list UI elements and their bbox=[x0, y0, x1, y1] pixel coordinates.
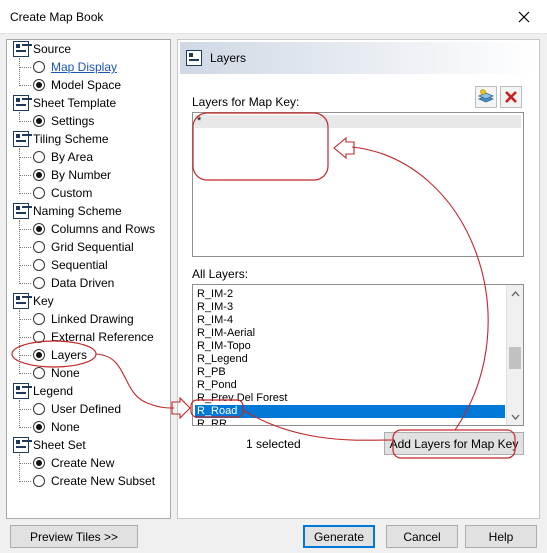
tree-item-columns-and-rows[interactable]: Columns and Rows bbox=[33, 220, 155, 238]
help-button[interactable]: Help bbox=[465, 525, 537, 548]
tree-group-naming-scheme[interactable]: Naming Scheme bbox=[13, 202, 122, 220]
tree-item-sequential[interactable]: Sequential bbox=[33, 256, 108, 274]
panel-header: Layers bbox=[180, 42, 537, 74]
delete-layer-button[interactable] bbox=[500, 86, 522, 108]
tree-group-sheet-template[interactable]: Sheet Template bbox=[13, 94, 116, 112]
layer-item[interactable]: R_IM-Topo bbox=[197, 340, 251, 353]
window-title: Create Map Book bbox=[10, 10, 104, 24]
all-layers-list[interactable]: R_IM-2 R_IM-3 R_IM-4 R_IM-Aerial R_IM-To… bbox=[192, 284, 524, 426]
tree-item-grid-sequential[interactable]: Grid Sequential bbox=[33, 238, 134, 256]
tree-item-create-new-subset[interactable]: Create New Subset bbox=[33, 472, 155, 490]
tree-item-by-number[interactable]: By Number bbox=[33, 166, 111, 184]
add-layer-button[interactable] bbox=[475, 86, 497, 108]
all-layers-label: All Layers: bbox=[192, 267, 249, 281]
tree-item-create-new[interactable]: Create New bbox=[33, 454, 114, 472]
radio-grid-sequential[interactable] bbox=[33, 241, 45, 253]
tree-item-key-none[interactable]: None bbox=[33, 364, 80, 382]
map-key-label: Layers for Map Key: bbox=[192, 95, 300, 109]
tree-item-by-area[interactable]: By Area bbox=[33, 148, 93, 166]
radio-key-none[interactable] bbox=[33, 367, 45, 379]
radio-create-new-subset[interactable] bbox=[33, 475, 45, 487]
tree-item-settings[interactable]: Settings bbox=[33, 112, 94, 130]
scroll-up-button[interactable] bbox=[507, 285, 523, 302]
layers-icon bbox=[186, 50, 202, 66]
tree-item-user-defined[interactable]: User Defined bbox=[33, 400, 121, 418]
radio-by-area[interactable] bbox=[33, 151, 45, 163]
map-key-item[interactable]: * bbox=[195, 115, 521, 128]
radio-data-driven[interactable] bbox=[33, 277, 45, 289]
radio-sequential[interactable] bbox=[33, 259, 45, 271]
tree-group-key[interactable]: Key bbox=[13, 292, 54, 310]
tree-item-custom[interactable]: Custom bbox=[33, 184, 92, 202]
add-layers-for-map-key-button[interactable]: Add Layers for Map Key bbox=[384, 432, 524, 455]
tree-group-legend[interactable]: Legend bbox=[13, 382, 73, 400]
chevron-down-icon bbox=[511, 414, 519, 420]
chevron-up-icon bbox=[511, 290, 519, 296]
scroll-thumb[interactable] bbox=[509, 347, 521, 369]
title-bar: Create Map Book bbox=[0, 0, 547, 34]
radio-layers[interactable] bbox=[33, 349, 45, 361]
group-settings-icon bbox=[13, 437, 29, 453]
radio-user-defined[interactable] bbox=[33, 403, 45, 415]
radio-settings[interactable] bbox=[33, 115, 45, 127]
close-button[interactable] bbox=[501, 0, 547, 33]
close-icon bbox=[518, 11, 530, 22]
layer-item[interactable]: R_Pond bbox=[197, 379, 237, 392]
group-settings-icon bbox=[13, 95, 29, 111]
group-settings-icon bbox=[13, 131, 29, 147]
layer-item[interactable]: R_RR bbox=[197, 418, 227, 425]
radio-create-new[interactable] bbox=[33, 457, 45, 469]
group-settings-icon bbox=[13, 41, 29, 57]
tree-item-model-space[interactable]: Model Space bbox=[33, 76, 121, 94]
layer-item[interactable]: R_IM-4 bbox=[197, 314, 233, 327]
panel-title: Layers bbox=[210, 51, 247, 65]
scroll-down-button[interactable] bbox=[507, 408, 523, 425]
tree-item-legend-none[interactable]: None bbox=[33, 418, 80, 436]
radio-legend-none[interactable] bbox=[33, 421, 45, 433]
radio-linked-drawing[interactable] bbox=[33, 313, 45, 325]
preview-tiles-button[interactable]: Preview Tiles >> bbox=[10, 525, 138, 548]
radio-custom[interactable] bbox=[33, 187, 45, 199]
layer-item[interactable]: R_Prev Del Forest bbox=[197, 392, 287, 405]
radio-by-number[interactable] bbox=[33, 169, 45, 181]
generate-button[interactable]: Generate bbox=[303, 525, 375, 548]
radio-external-reference[interactable] bbox=[33, 331, 45, 343]
radio-map-display[interactable] bbox=[33, 61, 45, 73]
layers-panel: Layers Layers for Map Key: * All Layers:… bbox=[177, 39, 540, 519]
tree-group-source[interactable]: Source bbox=[13, 40, 71, 58]
group-settings-icon bbox=[13, 293, 29, 309]
layer-item[interactable]: R_PB bbox=[197, 366, 226, 379]
tree-group-tiling-scheme[interactable]: Tiling Scheme bbox=[13, 130, 109, 148]
tree-item-linked-drawing[interactable]: Linked Drawing bbox=[33, 310, 134, 328]
add-layer-icon bbox=[477, 89, 495, 103]
delete-icon bbox=[505, 91, 517, 103]
tree-item-external-reference[interactable]: External Reference bbox=[33, 328, 154, 346]
tree-item-map-display[interactable]: Map Display bbox=[33, 58, 117, 76]
layer-item-selected[interactable]: R_Road bbox=[195, 405, 505, 418]
cancel-button[interactable]: Cancel bbox=[386, 525, 458, 548]
map-display-link[interactable]: Map Display bbox=[51, 60, 117, 74]
layer-item[interactable]: R_IM-Aerial bbox=[197, 327, 255, 340]
selected-count: 1 selected bbox=[246, 437, 301, 451]
settings-tree: Source Map Display Model Space Sheet Tem… bbox=[6, 39, 171, 519]
group-settings-icon bbox=[13, 383, 29, 399]
layers-scrollbar[interactable] bbox=[506, 285, 523, 425]
radio-model-space[interactable] bbox=[33, 79, 45, 91]
tree-group-sheet-set[interactable]: Sheet Set bbox=[13, 436, 86, 454]
radio-columns-and-rows[interactable] bbox=[33, 223, 45, 235]
group-settings-icon bbox=[13, 203, 29, 219]
layer-item[interactable]: R_Legend bbox=[197, 353, 248, 366]
layer-item[interactable]: R_IM-3 bbox=[197, 301, 233, 314]
layer-item[interactable]: R_IM-2 bbox=[197, 288, 233, 301]
tree-item-layers[interactable]: Layers bbox=[33, 346, 87, 364]
map-key-list[interactable]: * bbox=[192, 112, 524, 257]
tree-item-data-driven[interactable]: Data Driven bbox=[33, 274, 114, 292]
